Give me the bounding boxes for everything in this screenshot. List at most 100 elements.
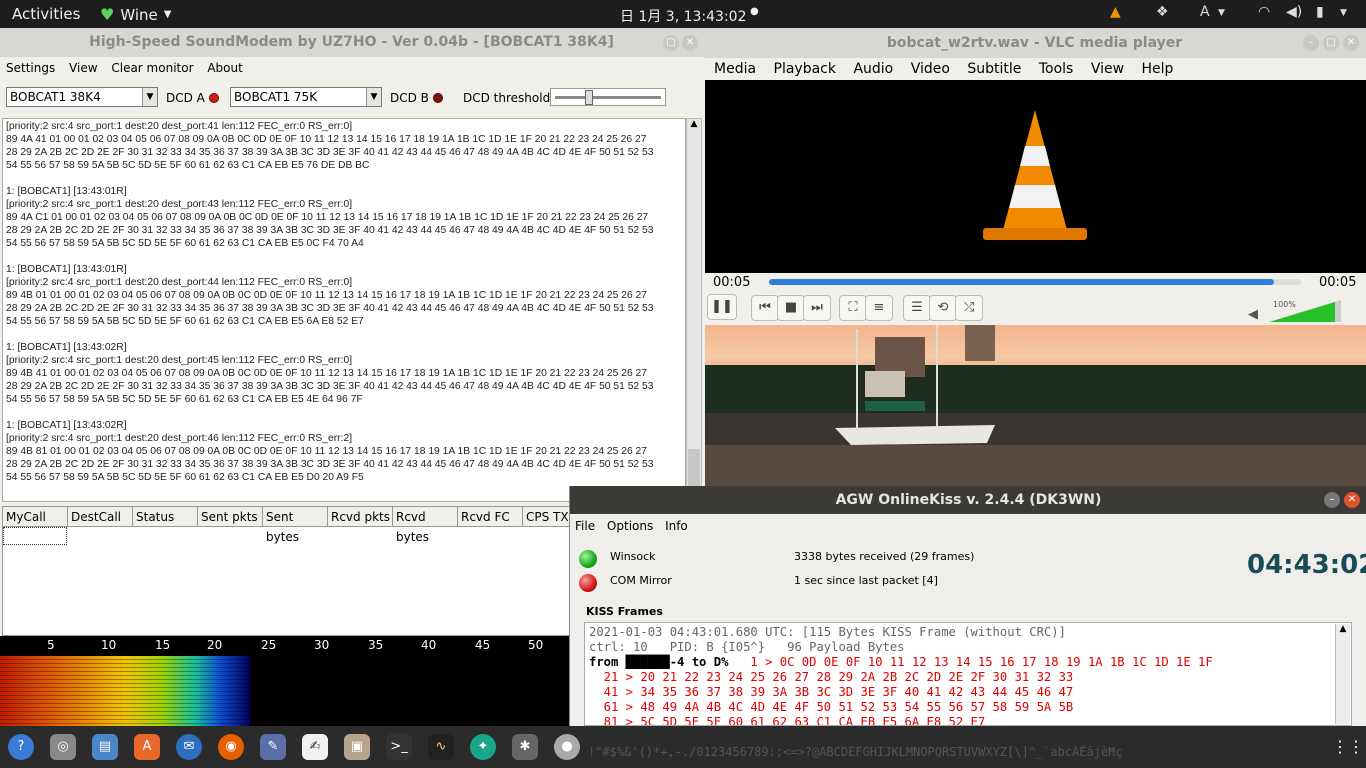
column-header[interactable]: Status: [133, 507, 198, 527]
menu-settings[interactable]: Settings: [6, 61, 55, 75]
column-header[interactable]: Rcvd pkts: [328, 507, 393, 527]
video-area[interactable]: [705, 80, 1366, 273]
modem-a-select[interactable]: BOBCAT1 38K4 ▼: [6, 87, 158, 107]
loop-button[interactable]: ⟲: [929, 295, 957, 321]
dcd-b-label: DCD B: [390, 91, 429, 105]
maximize-button[interactable]: □: [663, 35, 679, 51]
menu-tools[interactable]: Tools: [1039, 61, 1074, 77]
equalizer-button[interactable]: ≡: [865, 295, 893, 321]
vlc-cone-icon: [983, 110, 1087, 240]
column-header[interactable]: Sent bytes: [263, 507, 328, 544]
chevron-down-icon[interactable]: ▼: [1340, 8, 1347, 18]
thunderbird-icon[interactable]: ✉: [176, 734, 202, 760]
menu-video[interactable]: Video: [911, 61, 950, 77]
com-mirror-status: 1 sec since last packet [4]: [794, 574, 938, 587]
previous-button[interactable]: ⏮: [751, 295, 779, 321]
slider-thumb[interactable]: [585, 90, 593, 105]
help-icon[interactable]: ?: [8, 734, 34, 760]
firefox-icon[interactable]: ◉: [218, 734, 244, 760]
wine-app-icon[interactable]: ●: [554, 734, 580, 760]
kiss-scrollbar[interactable]: ▲: [1335, 624, 1350, 724]
settings-icon[interactable]: ✱: [512, 734, 538, 760]
battery-icon[interactable]: ▮: [1316, 4, 1324, 20]
slider-track: [555, 96, 661, 99]
kiss-from-line: from ██████-4 to D%: [589, 655, 729, 669]
menu-info[interactable]: Info: [665, 519, 688, 533]
window-title: High-Speed SoundModem by UZ7HO - Ver 0.0…: [0, 28, 703, 57]
ascii-strip: !"#$%&'()*+,-./0123456789:;<=>?@ABCDEFGH…: [588, 745, 1123, 759]
column-header[interactable]: Rcvd bytes: [393, 507, 458, 544]
com-mirror-led: [579, 574, 597, 592]
column-header[interactable]: DestCall: [68, 507, 133, 527]
seek-bar[interactable]: [769, 279, 1301, 285]
speaker-icon[interactable]: ◀: [1248, 307, 1258, 322]
sailboat-scene: [705, 325, 1366, 486]
table-row[interactable]: [3, 527, 67, 545]
wifi-icon[interactable]: ◠: [1258, 4, 1270, 20]
volume-icon[interactable]: ◀): [1286, 4, 1302, 20]
software-store-icon[interactable]: A: [134, 734, 160, 760]
minimize-button[interactable]: –: [1303, 35, 1319, 51]
app-grid-icon[interactable]: ⋮⋮: [1332, 734, 1364, 760]
com-mirror-label: COM Mirror: [610, 574, 672, 587]
next-button[interactable]: ⏭: [803, 295, 831, 321]
file-manager-icon[interactable]: ▣: [344, 734, 370, 760]
menu-audio[interactable]: Audio: [853, 61, 893, 77]
kiss-row: 81 > 5C 5D 5E 5F 60 61 62 63 C1 CA EB E5…: [589, 715, 986, 726]
minimize-button[interactable]: –: [1324, 492, 1340, 508]
menu-file[interactable]: File: [575, 519, 595, 533]
menu-media[interactable]: Media: [714, 61, 756, 77]
menu-help[interactable]: Help: [1142, 61, 1174, 77]
activities-button[interactable]: Activities: [12, 5, 80, 23]
dropbox-icon[interactable]: ❖: [1156, 4, 1169, 20]
disk-utility-icon[interactable]: ◎: [50, 734, 76, 760]
menu-playback[interactable]: Playback: [774, 61, 836, 77]
menu-subtitle[interactable]: Subtitle: [967, 61, 1021, 77]
system-monitor-icon[interactable]: ∿: [428, 734, 454, 760]
kiss-frames-log[interactable]: 2021-01-03 04:43:01.680 UTC: [115 Bytes …: [584, 622, 1352, 726]
volume-label: 100%: [1273, 300, 1296, 309]
modem-b-select[interactable]: BOBCAT1 75K ▼: [230, 87, 382, 107]
clock[interactable]: 日 1月 3, 13:43:02: [620, 6, 747, 26]
terminal-icon[interactable]: >_: [386, 734, 412, 760]
notes-icon[interactable]: ✎: [260, 734, 286, 760]
chevron-up-icon[interactable]: ▲: [1336, 624, 1350, 634]
column-header[interactable]: MyCall: [3, 507, 68, 527]
menu-options[interactable]: Options: [607, 519, 653, 533]
close-button[interactable]: ✕: [682, 35, 698, 51]
app-menu[interactable]: ♥ Wine ▼: [100, 5, 171, 24]
stop-button[interactable]: ■: [777, 295, 805, 321]
monitor-scrollbar[interactable]: ▲: [686, 118, 702, 502]
dcd-threshold-slider[interactable]: [550, 88, 666, 106]
pause-button[interactable]: ❚❚: [707, 294, 737, 320]
keyboard-layout[interactable]: A: [1200, 4, 1210, 20]
text-editor-icon[interactable]: ✍: [302, 734, 328, 760]
shuffle-button[interactable]: ⤮: [955, 295, 983, 321]
documents-icon[interactable]: ▤: [92, 734, 118, 760]
playlist-button[interactable]: ☰: [903, 295, 931, 321]
close-button[interactable]: ✕: [1344, 492, 1360, 508]
monitor-log[interactable]: [priority:2 src:4 src_port:1 dest:20 des…: [2, 118, 686, 502]
menu-view[interactable]: View: [1091, 61, 1124, 77]
close-button[interactable]: ✕: [1343, 35, 1359, 51]
vlc-tray-icon[interactable]: ▲: [1110, 4, 1121, 20]
radio-app-icon[interactable]: ✦: [470, 734, 496, 760]
top-bar: Activities ♥ Wine ▼ 日 1月 3, 13:43:02 ● ▲…: [0, 0, 1366, 28]
fullscreen-button[interactable]: ⛶: [839, 295, 867, 321]
waterfall-display[interactable]: 5 10 15 20 25 30 35 40 45 50: [0, 636, 570, 726]
dcd-threshold-label: DCD threshold: [463, 91, 551, 105]
menu-view[interactable]: View: [69, 61, 97, 75]
maximize-button[interactable]: □: [1323, 35, 1339, 51]
chevron-down-icon: ▼: [366, 88, 381, 106]
chevron-up-icon[interactable]: ▲: [687, 119, 701, 129]
column-header[interactable]: Sent pkts: [198, 507, 263, 527]
scale-label: 15: [155, 638, 171, 652]
frequency-scale: 5 10 15 20 25 30 35 40 45 50: [0, 636, 570, 656]
menu-clear-monitor[interactable]: Clear monitor: [111, 61, 193, 75]
scale-label: 5: [47, 638, 55, 652]
scale-label: 30: [314, 638, 330, 652]
column-header[interactable]: Rcvd FC: [458, 507, 523, 527]
kiss-header-line: 2021-01-03 04:43:01.680 UTC: [115 Bytes …: [589, 625, 1066, 639]
menu-about[interactable]: About: [207, 61, 242, 75]
kiss-row: 21 > 20 21 22 23 24 25 26 27 28 29 2A 2B…: [589, 670, 1074, 684]
